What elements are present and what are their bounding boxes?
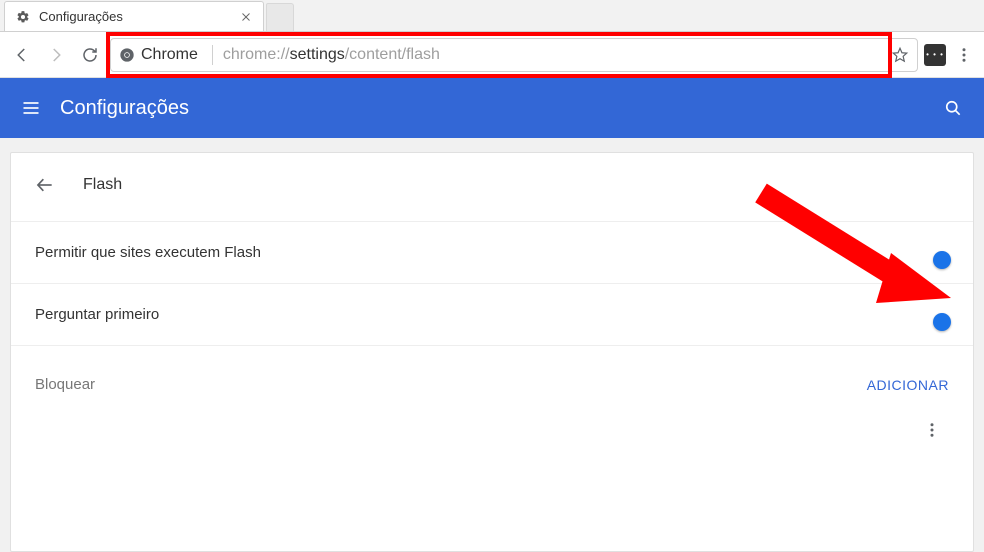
- setting-label: Perguntar primeiro: [35, 306, 159, 323]
- extension-button[interactable]: [924, 44, 946, 66]
- chrome-icon: [119, 47, 135, 63]
- new-tab-button[interactable]: [266, 3, 294, 31]
- back-button[interactable]: [8, 41, 36, 69]
- block-section-header: Bloquear ADICIONAR: [11, 345, 973, 417]
- content-area: Flash Permitir que sites executem Flash …: [0, 138, 984, 552]
- tab-title: Configurações: [39, 9, 239, 24]
- add-button[interactable]: ADICIONAR: [867, 377, 949, 393]
- browser-menu-button[interactable]: [952, 43, 976, 67]
- setting-row-ask-first: Perguntar primeiro: [11, 283, 973, 345]
- browser-tab[interactable]: Configurações: [4, 1, 264, 31]
- address-bar[interactable]: Chrome chrome://settings/content/flash: [110, 38, 918, 72]
- browser-toolbar: Chrome chrome://settings/content/flash: [0, 32, 984, 78]
- url-scheme: Chrome: [141, 46, 204, 64]
- search-icon[interactable]: [942, 97, 964, 119]
- gear-icon: [15, 9, 31, 25]
- omnibox-container: Chrome chrome://settings/content/flash: [110, 38, 918, 72]
- block-label: Bloquear: [35, 376, 95, 393]
- menu-icon[interactable]: [20, 97, 42, 119]
- tab-strip: Configurações: [0, 0, 984, 32]
- forward-button[interactable]: [42, 41, 70, 69]
- setting-label: Permitir que sites executem Flash: [35, 244, 261, 261]
- reload-button[interactable]: [76, 41, 104, 69]
- page-title: Flash: [83, 176, 122, 194]
- settings-card: Flash Permitir que sites executem Flash …: [10, 152, 974, 552]
- subpage-header: Flash: [11, 153, 973, 221]
- settings-header: Configurações: [0, 78, 984, 138]
- setting-row-allow-flash: Permitir que sites executem Flash: [11, 221, 973, 283]
- url-text: chrome://settings/content/flash: [223, 46, 440, 64]
- back-arrow-icon[interactable]: [35, 175, 55, 195]
- bookmark-star-icon[interactable]: [891, 46, 909, 64]
- close-icon[interactable]: [239, 10, 253, 24]
- more-icon[interactable]: [923, 421, 941, 444]
- settings-title: Configurações: [60, 97, 189, 120]
- list-item-actions: [11, 417, 973, 460]
- omnibox-divider: [212, 45, 213, 65]
